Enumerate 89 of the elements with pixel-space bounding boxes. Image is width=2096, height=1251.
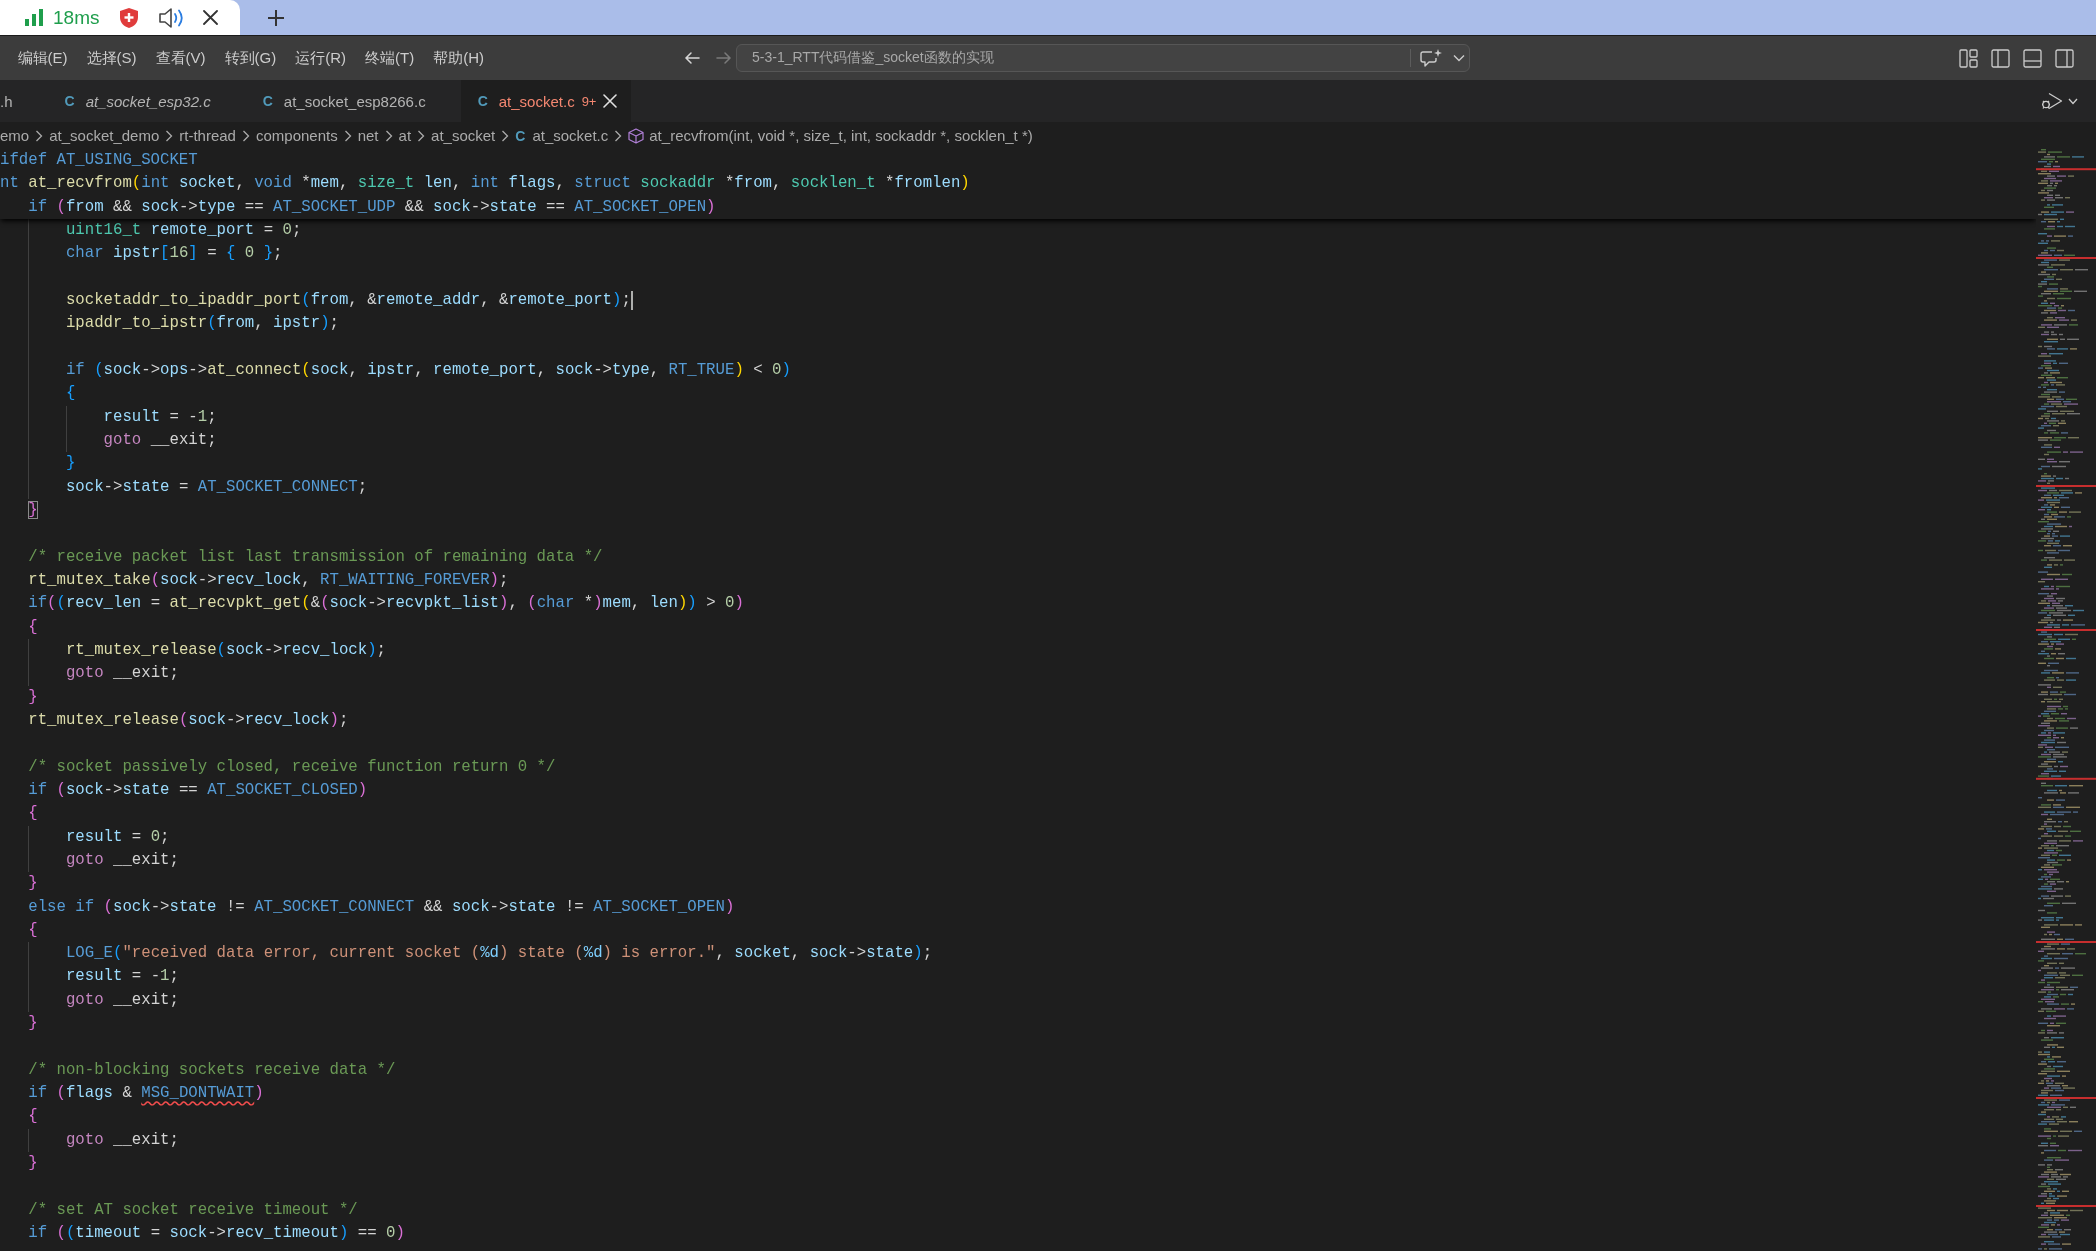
code-line: /* receive packet list last transmission of remaining data */ — [28, 546, 603, 568]
menu-item[interactable]: 编辑(E) — [8, 44, 77, 72]
cube-icon — [628, 127, 645, 144]
code-line: { — [28, 803, 38, 825]
code-line: } — [28, 499, 38, 521]
code-line: { — [28, 1106, 38, 1128]
chevron-right-icon — [241, 129, 250, 142]
breadcrumb-item[interactable]: net — [357, 127, 379, 144]
code-line: rt_mutex_release(sock->recv_lock); — [28, 709, 349, 731]
chevron-right-icon — [343, 129, 352, 142]
plus-icon[interactable] — [267, 8, 285, 27]
code-line: LOG_E("received data error, current socket (%d) state (%d) is error.", socket, sock->state); — [65, 943, 933, 965]
code-line: rt_mutex_take(sock->recv_lock, RT_WAITING_FOREVER); — [28, 569, 509, 591]
c-file-icon: C — [262, 93, 273, 109]
code-line: if ((timeout = sock->recv_timeout) == 0) — [28, 1223, 405, 1245]
code-line: } — [65, 453, 76, 475]
code-line: socketaddr_to_ipaddr_port(from, &remote_addr, &remote_port); — [65, 289, 631, 311]
code-line: sock->state = AT_SOCKET_CONNECT; — [65, 476, 368, 498]
editor-tab[interactable]: C at_socket.c 9+ — [460, 80, 632, 122]
code-line: uint16_t remote_port = 0; — [65, 220, 302, 241]
chevron-right-icon — [501, 129, 510, 142]
sidebar-left-icon[interactable] — [1991, 48, 2010, 68]
chevron-down-icon[interactable] — [1453, 54, 1465, 62]
breadcrumb-item[interactable]: at_socket — [431, 127, 496, 144]
code-line: { — [28, 616, 38, 638]
code-line: { — [65, 383, 76, 405]
code-line: char ipstr[16] = { 0 }; — [65, 243, 283, 265]
code-line: result = -1; — [65, 966, 179, 988]
code-line: { — [28, 919, 38, 941]
chevron-right-icon — [384, 129, 393, 142]
latency-label: 18ms — [53, 6, 100, 29]
code-line: /* socket passively closed, receive function return 0 */ — [28, 756, 556, 778]
workspace-title: 5-3-1_RTT代码借鉴_socket函数的实现 — [752, 49, 994, 67]
code-line: /* non-blocking sockets receive data */ — [28, 1059, 396, 1081]
layout-icon[interactable] — [1959, 48, 1978, 68]
code-line: goto __exit; — [65, 1129, 179, 1151]
code-line: } — [28, 1153, 38, 1175]
breadcrumb-item[interactable]: rt-thread — [179, 127, 236, 144]
sidebar-right-icon[interactable] — [2055, 48, 2074, 68]
c-file-icon: C — [515, 127, 526, 144]
shield-icon[interactable] — [120, 7, 139, 28]
run-debug-icon[interactable] — [2041, 92, 2063, 110]
code-line: if (sock->state == AT_SOCKET_CLOSED) — [28, 779, 368, 801]
chevron-right-icon — [614, 129, 623, 142]
chevron-right-icon — [417, 129, 426, 142]
code-line: rt_mutex_release(sock->recv_lock); — [65, 639, 387, 661]
code-line: ipaddr_to_ipstr(from, ipstr); — [65, 313, 339, 335]
code-line: if (sock->ops->at_connect(sock, ipstr, remote_port, sock->type, RT_TRUE) < 0) — [65, 359, 791, 381]
code-line: goto __exit; — [65, 663, 179, 685]
code-line: } — [28, 1013, 38, 1035]
breadcrumb-item[interactable]: at — [398, 127, 412, 144]
menu-item[interactable]: 查看(V) — [146, 44, 215, 72]
command-center[interactable]: 5-3-1_RTT代码借鉴_socket函数的实现 — [736, 44, 1470, 72]
chevron-down-icon[interactable] — [2068, 97, 2078, 105]
c-file-icon: C — [64, 93, 75, 109]
minimap-drawing[interactable] — [2036, 149, 2096, 1251]
signal-bars-icon — [25, 9, 43, 26]
breadcrumb-item[interactable]: C at_socket.c — [515, 127, 609, 144]
code-line: } — [28, 686, 38, 708]
code-line: ifdef AT_USING_SOCKET — [0, 150, 198, 171]
code-line: if((recv_len = at_recvpkt_get(&(sock->recvpkt_list), (char *)mem, len)) > 0) — [28, 593, 744, 615]
code-line: if (flags & MSG_DONTWAIT) — [28, 1083, 264, 1105]
code-line: goto __exit; — [65, 989, 179, 1011]
breadcrumb-item[interactable]: at_socket_demo — [49, 127, 160, 144]
code-line: result = 0; — [65, 826, 170, 848]
close-icon[interactable] — [203, 10, 219, 25]
arrow-left-icon[interactable] — [684, 51, 700, 65]
problem-count: 9+ — [581, 93, 597, 109]
menu-item[interactable]: 转到(G) — [215, 44, 286, 72]
code-line: result = -1; — [103, 406, 217, 428]
code-line: goto __exit; — [103, 429, 217, 451]
chevron-right-icon — [165, 129, 174, 142]
menu-item[interactable]: 运行(R) — [285, 44, 356, 72]
code-line: goto __exit; — [65, 849, 179, 871]
breadcrumb-item[interactable]: emo — [0, 127, 30, 144]
code-line: /* set AT socket receive timeout */ — [28, 1199, 358, 1221]
c-file-icon: C — [477, 93, 488, 109]
menu-item[interactable]: 终端(T) — [355, 44, 424, 72]
chevron-right-icon — [35, 129, 44, 142]
menu-item[interactable]: 选择(S) — [77, 44, 146, 72]
code-line: } — [28, 873, 38, 895]
chat-sparkle-icon[interactable] — [1420, 48, 1442, 68]
breadcrumb-item[interactable]: at_recvfrom(int, void *, size_t, int, sockaddr *, socklen_t *) — [628, 127, 1033, 144]
menu-item[interactable]: 帮助(H) — [423, 44, 494, 72]
code-line: nt at_recvfrom(int socket, void *mem, size_t len, int flags, struct sockaddr *from, socklen_t *fromlen) — [0, 173, 970, 195]
breadcrumb-item[interactable]: components — [255, 127, 338, 144]
panel-bottom-icon[interactable] — [2023, 48, 2042, 68]
code-line: else if (sock->state != AT_SOCKET_CONNECT && sock->state != AT_SOCKET_OPEN) — [28, 896, 735, 918]
code-line: if (from && sock->type == AT_SOCKET_UDP && sock->state == AT_SOCKET_OPEN) — [28, 196, 716, 218]
